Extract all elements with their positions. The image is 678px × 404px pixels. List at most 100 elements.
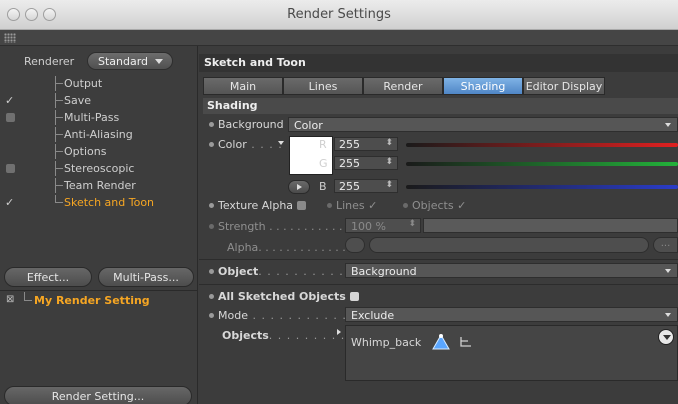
objects-option-label: Objects	[412, 199, 454, 212]
all-sketched-checkbox[interactable]	[349, 292, 359, 301]
divider	[199, 259, 678, 260]
alpha-browse-button[interactable]: ...	[653, 237, 678, 253]
list-menu-button[interactable]	[658, 329, 674, 345]
divider	[0, 290, 198, 291]
background-dropdown[interactable]: Color	[288, 117, 678, 132]
color-label: Color	[218, 138, 247, 151]
tab-lines[interactable]: Lines	[283, 77, 363, 95]
stepper-icon[interactable]: ⬍	[385, 138, 393, 148]
animate-dot-icon[interactable]	[209, 313, 214, 318]
object-dropdown[interactable]: Background	[345, 263, 678, 278]
alpha-toggle[interactable]	[345, 237, 365, 253]
drag-grip-icon[interactable]	[4, 33, 16, 43]
strength-label: Strength	[218, 220, 266, 233]
checkmark-icon[interactable]: ✓	[5, 196, 14, 209]
hierarchy-icon[interactable]	[459, 336, 473, 348]
tab-editor-display[interactable]: Editor Display	[523, 77, 605, 95]
sidebar-item-output[interactable]: Output	[0, 76, 198, 91]
sidebar-item-stereoscopic[interactable]: Stereoscopic	[0, 161, 198, 176]
animate-dot-icon[interactable]	[209, 203, 214, 208]
tree-branch	[24, 300, 32, 301]
strength-slider[interactable]	[423, 218, 678, 233]
toolbar-strip	[0, 30, 678, 46]
sidebar-item-label: Stereoscopic	[64, 162, 135, 175]
channel-b-slider[interactable]	[406, 185, 678, 189]
sketch-style-tag-icon[interactable]	[431, 333, 451, 351]
texture-alpha-label: Texture Alpha	[218, 199, 294, 212]
stepper-icon[interactable]: ⬍	[408, 219, 416, 229]
color-row: Color . . . .	[209, 138, 283, 151]
mode-value: Exclude	[351, 309, 395, 322]
mode-dropdown[interactable]: Exclude	[345, 307, 678, 322]
renderer-dropdown[interactable]: Standard	[87, 52, 173, 70]
sidebar-item-sketch-and-toon[interactable]: ✓ Sketch and Toon	[0, 195, 198, 210]
tab-shading[interactable]: Shading	[443, 77, 523, 95]
tree-branch	[55, 100, 63, 101]
channel-g-input[interactable]: 255 ⬍	[334, 156, 398, 170]
background-label: Background	[218, 118, 284, 131]
list-item[interactable]: Whimp_back	[351, 333, 471, 350]
animate-dot-icon[interactable]	[209, 122, 214, 127]
animate-dot-icon[interactable]	[327, 203, 332, 208]
tree-branch	[55, 168, 63, 169]
multi-pass-button[interactable]: Multi-Pass...	[98, 267, 194, 287]
stepper-icon[interactable]: ⬍	[385, 157, 393, 167]
checkmark-icon[interactable]: ✓	[5, 94, 14, 107]
texture-alpha-row: Texture Alpha	[209, 199, 307, 212]
shading-group-header[interactable]: Shading	[203, 98, 678, 114]
objects-checkbox[interactable]: ✓	[457, 199, 466, 212]
animate-dot-icon[interactable]	[209, 142, 214, 147]
render-setting-button[interactable]: Render Setting...	[4, 386, 192, 404]
settings-sidebar: Renderer Standard Output ✓ Save Multi-Pa…	[0, 46, 198, 404]
objects-leader-dots: . . . . . . . . .	[268, 329, 346, 342]
sidebar-item-multi-pass[interactable]: Multi-Pass	[0, 110, 198, 125]
alpha-shader-field[interactable]	[369, 237, 649, 253]
chevron-down-icon	[665, 123, 671, 127]
channel-r-slider[interactable]	[406, 143, 678, 147]
texture-alpha-checkbox[interactable]	[297, 201, 307, 210]
color-mode-caret-icon[interactable]	[278, 141, 284, 145]
tree-branch	[55, 134, 63, 135]
animate-dot-icon[interactable]	[209, 269, 214, 274]
render-setting-item[interactable]: ⊠ My Render Setting	[0, 292, 198, 310]
sidebar-item-options[interactable]: Options	[0, 144, 198, 159]
channel-g-slider[interactable]	[406, 162, 678, 166]
tab-main[interactable]: Main	[203, 77, 283, 95]
channel-r-value: 255	[339, 138, 360, 151]
strength-leader-dots: . . . . . . . . . . .	[265, 220, 343, 233]
animate-dot-icon[interactable]	[209, 294, 214, 299]
section-title: Sketch and Toon	[199, 54, 678, 72]
sidebar-item-anti-aliasing[interactable]: Anti-Aliasing	[0, 127, 198, 142]
strength-input[interactable]: 100 % ⬍	[345, 218, 421, 233]
channel-r-input[interactable]: 255 ⬍	[334, 137, 398, 151]
strength-row: Strength . . . . . . . . . . .	[209, 220, 343, 233]
renderer-label: Renderer	[24, 55, 75, 68]
play-expand-icon[interactable]	[288, 180, 310, 194]
tree-branch	[55, 185, 63, 186]
sidebar-item-label: Options	[64, 145, 107, 158]
effect-button[interactable]: Effect...	[4, 267, 92, 287]
channel-b-input[interactable]: 255 ⬍	[334, 179, 398, 193]
object-value: Background	[351, 265, 417, 278]
enable-checkbox[interactable]	[6, 113, 15, 122]
objects-list[interactable]: Whimp_back	[345, 325, 678, 381]
sidebar-item-team-render[interactable]: Team Render	[0, 178, 198, 193]
expand-icon[interactable]: ⊠	[6, 294, 14, 305]
sidebar-item-label: Output	[64, 77, 103, 90]
animate-dot-icon[interactable]	[403, 203, 408, 208]
tab-render[interactable]: Render	[363, 77, 443, 95]
objects-expand-icon[interactable]	[337, 329, 341, 335]
all-sketched-row: All Sketched Objects	[209, 290, 359, 303]
attributes-panel: Sketch and Toon Main Lines Render Shadin…	[199, 46, 678, 404]
objects-label: Objects	[222, 329, 269, 342]
animate-dot-icon[interactable]	[209, 224, 214, 229]
alpha-row: Alpha. . . . . . . . . . . . . . .	[227, 241, 360, 254]
enable-checkbox[interactable]	[6, 164, 15, 173]
lines-checkbox[interactable]: ✓	[368, 199, 377, 212]
mode-label: Mode	[218, 309, 248, 322]
stepper-icon[interactable]: ⬍	[385, 180, 393, 190]
sidebar-item-label: Sketch and Toon	[64, 196, 155, 209]
render-setting-name: My Render Setting	[34, 294, 150, 307]
sidebar-item-save[interactable]: ✓ Save	[0, 93, 198, 108]
objects-row: Objects. . . . . . . . .	[222, 329, 345, 342]
